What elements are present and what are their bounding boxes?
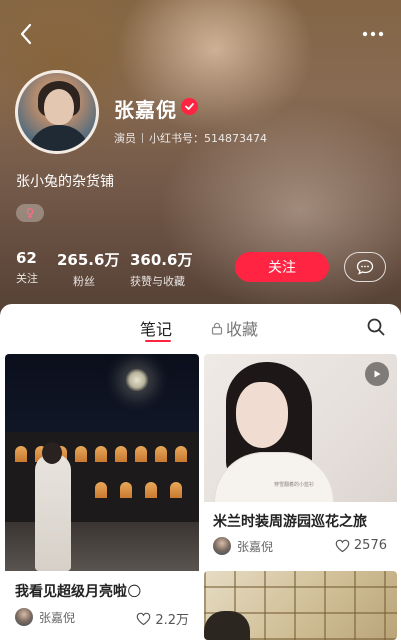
verified-check-icon: [181, 98, 198, 115]
stat-value: 265.6万: [57, 251, 120, 269]
video-caption: 穿雪翻着的小蓝衫: [274, 482, 315, 488]
person-face: [236, 382, 288, 448]
window: [120, 482, 132, 498]
note-title: 米兰时装周游园巡花之旅: [213, 514, 367, 530]
stat-value: 360.6万: [130, 251, 193, 269]
window: [175, 446, 187, 462]
author-name: 张嘉倪: [237, 539, 274, 554]
note-author[interactable]: 张嘉倪: [15, 608, 75, 626]
like-count: 2.2万: [155, 613, 189, 628]
stat-following[interactable]: 62 关注: [16, 249, 38, 286]
lock-icon: [211, 322, 223, 335]
stat-followers[interactable]: 265.6万 粉丝: [57, 249, 119, 289]
window: [145, 482, 157, 498]
tab-bar: 笔记 收藏: [0, 304, 401, 348]
active-tab-indicator: [145, 340, 171, 342]
female-icon: ♀: [25, 206, 35, 220]
author-name: 张嘉倪: [39, 610, 76, 625]
note-cover-image: 穿雪翻着的小蓝衫: [204, 354, 397, 502]
follow-button[interactable]: 关注: [235, 252, 329, 282]
stat-label: 关注: [16, 272, 38, 285]
note-cover-image: [204, 571, 397, 640]
avatar-face: [44, 89, 74, 125]
more-dots-icon: [362, 31, 384, 37]
more-button[interactable]: [359, 22, 387, 46]
person-figure: [204, 611, 250, 640]
heart-icon: [137, 612, 151, 625]
tab-notes[interactable]: 笔记: [140, 316, 172, 340]
user-name: 张嘉倪: [114, 98, 177, 122]
person-head: [42, 442, 62, 464]
moon: [125, 368, 149, 392]
window: [115, 446, 127, 462]
person-figure: [35, 454, 71, 571]
window: [75, 446, 87, 462]
note-title-text: 我看见超级月亮啦: [15, 584, 127, 600]
window: [155, 446, 167, 462]
note-title: 我看见超级月亮啦🌕: [15, 581, 142, 601]
profile-subinfo: 演员 小红书号：514873474: [114, 130, 267, 146]
message-button[interactable]: [344, 252, 386, 282]
window: [15, 446, 27, 462]
window: [95, 446, 107, 462]
note-cover-image: [5, 354, 199, 571]
user-bio: 张小兔的杂货铺: [16, 174, 114, 190]
note-card[interactable]: 穿雪翻着的小蓝衫 米兰时装周游园巡花之旅 张嘉倪 2576: [204, 354, 397, 564]
like-button[interactable]: 2.2万: [136, 609, 189, 628]
chevron-left-icon: [20, 23, 32, 45]
tab-collections-label: 收藏: [226, 320, 259, 339]
avatar[interactable]: [15, 70, 99, 154]
heart-icon: [335, 539, 350, 552]
window: [135, 446, 147, 462]
search-button[interactable]: [366, 317, 386, 337]
gender-tag: ♀: [16, 204, 44, 222]
like-button[interactable]: 2576: [335, 538, 387, 553]
note-card[interactable]: [204, 571, 397, 640]
stat-value: 62: [16, 249, 37, 267]
profile-header: 张嘉倪 演员 小红书号：514873474 张小兔的杂货铺 ♀ 62 关注 26…: [0, 0, 401, 315]
redbook-id[interactable]: 小红书号：514873474: [149, 130, 267, 146]
note-author[interactable]: 张嘉倪: [213, 537, 273, 555]
video-badge: [365, 362, 389, 386]
avatar-body: [28, 125, 90, 151]
author-avatar: [213, 537, 231, 555]
author-avatar: [15, 608, 33, 626]
stat-label: 粉丝: [73, 275, 95, 288]
like-count: 2576: [353, 538, 387, 553]
moon-emoji-icon: 🌕: [127, 584, 142, 600]
search-icon: [367, 318, 385, 336]
stat-label: 获赞与收藏: [130, 275, 185, 288]
window: [95, 482, 107, 498]
divider: [142, 133, 143, 143]
stat-likes[interactable]: 360.6万 获赞与收藏: [130, 249, 192, 289]
play-icon: [374, 370, 381, 378]
note-card[interactable]: 我看见超级月亮啦🌕 张嘉倪 2.2万: [5, 354, 199, 640]
window: [170, 482, 182, 498]
chat-bubble-icon: [356, 259, 374, 275]
tab-collections[interactable]: 收藏: [211, 316, 258, 340]
user-role: 演员: [114, 132, 136, 145]
back-button[interactable]: [14, 20, 38, 48]
